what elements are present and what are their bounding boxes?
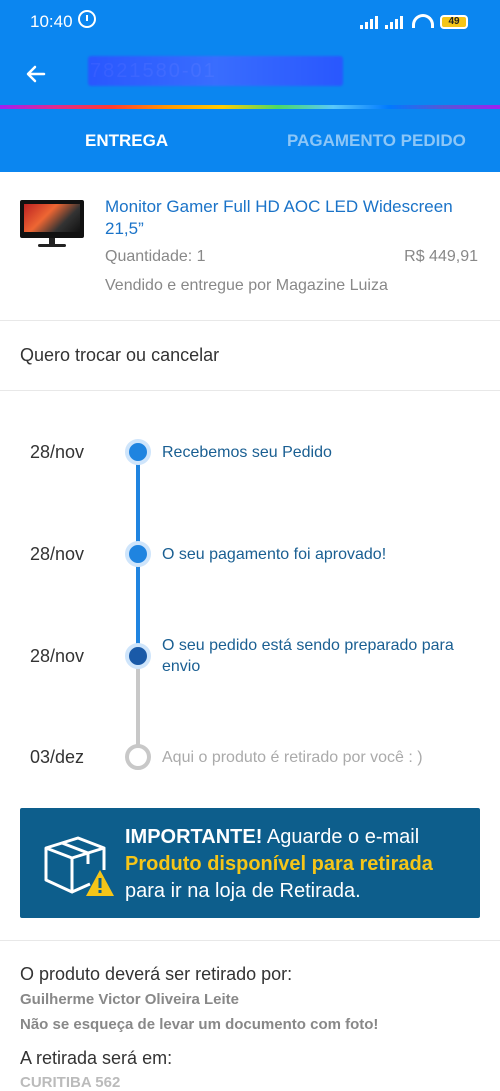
banner-highlight: Produto disponível para retirada: [125, 853, 433, 875]
tab-entrega[interactable]: ENTREGA: [85, 131, 168, 151]
banner-line3: para ir na loja de Retirada.: [125, 880, 361, 902]
product-image: [20, 200, 84, 248]
timeline-dot-done: [125, 439, 151, 465]
product-seller: Vendido e entregue por Magazine Luiza: [105, 277, 388, 294]
tab-pagamento-pedido[interactable]: PAGAMENTO PEDIDO: [287, 131, 466, 151]
pickup-label: O produto deverá ser retirado por:: [20, 964, 293, 984]
exchange-cancel-link[interactable]: Quero trocar ou cancelar: [20, 345, 219, 366]
banner-important: IMPORTANTE!: [125, 826, 263, 848]
timeline-text: O seu pedido está sendo preparado para e…: [162, 637, 454, 675]
app-bar: 7821580-01: [0, 44, 500, 108]
timeline-date: 28/nov: [30, 646, 85, 666]
tab-bar: ENTREGA PAGAMENTO PEDIDO: [0, 109, 500, 172]
arrow-left-icon[interactable]: [24, 62, 48, 86]
alarm-icon: [78, 10, 96, 28]
timeline-dot-current: [125, 643, 151, 669]
divider: [0, 940, 500, 941]
signal-icon: [360, 16, 378, 29]
timeline-dot-done: [125, 541, 151, 567]
product-price: R$ 449,91: [404, 248, 478, 265]
battery-icon: 49: [440, 15, 468, 29]
wifi-icon: [412, 14, 434, 28]
product-name[interactable]: Monitor Gamer Full HD AOC LED Widescreen…: [105, 196, 475, 240]
timeline-text: Aqui o produto é retirado por você : ): [162, 749, 423, 766]
timeline-line-pending: [136, 656, 140, 756]
important-banner: IMPORTANTE! Aguarde o e-mail Produto dis…: [20, 808, 480, 918]
timeline-date: 28/nov: [30, 442, 85, 462]
banner-text: IMPORTANTE! Aguarde o e-mail Produto dis…: [125, 824, 470, 905]
box-warning-icon: [44, 836, 114, 896]
timeline-date: 03/dez: [30, 747, 85, 767]
signal-icon: [385, 16, 403, 29]
status-bar: 10:40 49: [0, 0, 500, 44]
product-card[interactable]: Monitor Gamer Full HD AOC LED Widescreen…: [0, 172, 500, 321]
location-label: A retirada será em:: [20, 1048, 173, 1068]
location-value: CURITIBA 562: [20, 1074, 121, 1091]
exchange-cancel-row[interactable]: Quero trocar ou cancelar: [0, 320, 500, 391]
pickup-name: Guilherme Victor Oliveira Leite: [20, 991, 239, 1008]
timeline-text: Recebemos seu Pedido: [162, 444, 332, 461]
timeline-dot-pending: [125, 744, 151, 770]
timeline-date: 28/nov: [30, 544, 85, 564]
product-quantity: Quantidade: 1: [105, 248, 206, 265]
redaction-mask: [88, 56, 343, 86]
banner-line1: Aguarde o e-mail: [262, 826, 420, 848]
status-time: 10:40: [30, 12, 73, 31]
pickup-reminder: Não se esqueça de levar um documento com…: [20, 1016, 379, 1033]
timeline-text: O seu pagamento foi aprovado!: [162, 546, 387, 563]
